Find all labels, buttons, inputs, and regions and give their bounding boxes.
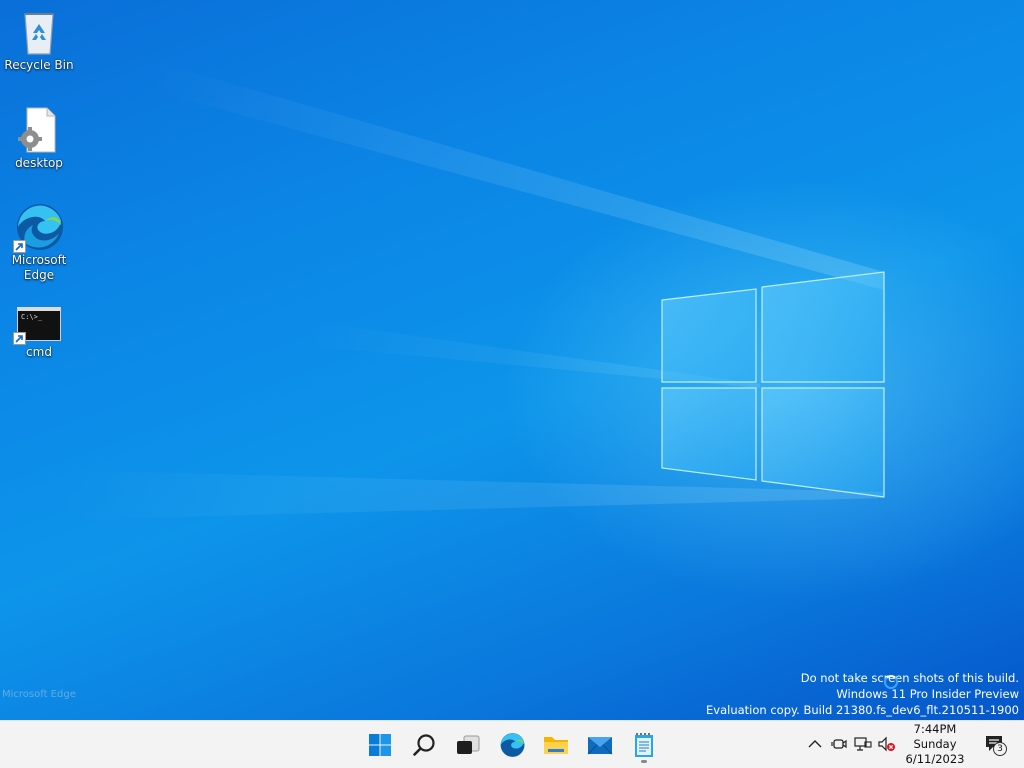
desktop-icon-desktop[interactable]: desktop [0,106,78,171]
network-button[interactable] [853,733,873,755]
task-view-button[interactable] [448,725,488,765]
folder-icon [544,737,568,754]
desktop-background[interactable]: Recycle Bin desktop Microsoft Edge C:\>_… [0,0,1024,720]
busy-cursor-icon [884,675,898,689]
cmd-prompt-text: C:\>_ [21,313,43,321]
desktop-icon-label: desktop [15,156,63,170]
watermark-line-3: Evaluation copy. Build 21380.fs_dev6_flt… [706,703,1019,717]
shortcut-arrow-icon [13,332,26,345]
edge-icon [500,733,525,757]
desktop-icon-microsoft-edge[interactable]: Microsoft Edge [0,203,78,283]
mail-icon [587,737,613,755]
network-icon [854,737,872,751]
file-explorer-button[interactable] [536,725,576,765]
notepad-icon [635,733,653,757]
volume-muted-icon [878,736,895,752]
faint-desktop-label: Microsoft Edge [2,689,76,700]
start-button[interactable] [360,725,400,765]
desktop-icon-label: Recycle Bin [4,58,74,72]
desktop-icon-recycle-bin[interactable]: Recycle Bin [0,8,78,73]
edge-icon [13,203,63,253]
search-button[interactable] [404,725,444,765]
build-watermark: Do not take screen shots of this build. … [706,670,1019,718]
windows-start-icon [369,734,391,756]
meet-now-icon [831,739,847,749]
clock-button[interactable]: 7:44PM Sunday 6/11/2023 [902,722,968,767]
chevron-up-icon [808,740,822,748]
desktop-icon-label: Microsoft Edge [11,253,67,282]
shortcut-arrow-icon [13,240,26,253]
watermark-line-2: Windows 11 Pro Insider Preview [836,687,1019,701]
settings-file-icon [15,106,63,154]
notification-center-button[interactable]: 3 [983,733,1007,756]
show-hidden-icons-button[interactable] [805,733,825,755]
clock-date: 6/11/2023 [905,752,965,766]
volume-button[interactable] [877,733,897,755]
windows-logo-icon [661,271,885,498]
clock-time: 7:44PM [913,722,957,736]
notepad-button[interactable] [624,725,664,765]
task-view-icon [457,735,480,754]
taskbar: 7:44PM Sunday 6/11/2023 3 [0,720,1024,768]
wallpaper-art [60,60,885,520]
clock-day: Sunday [913,737,957,751]
mail-button[interactable] [580,725,620,765]
watermark-line-1: Do not take screen shots of this build. [800,671,1019,685]
recycle-bin-icon [15,8,63,56]
search-icon [413,734,435,756]
desktop-icon-cmd[interactable]: C:\>_ cmd [0,305,78,360]
running-indicator [641,760,647,763]
meet-now-button[interactable] [829,733,849,755]
cmd-icon: C:\>_ [13,305,63,353]
notification-count-badge: 3 [993,742,1007,756]
taskbar-edge-button[interactable] [492,725,532,765]
